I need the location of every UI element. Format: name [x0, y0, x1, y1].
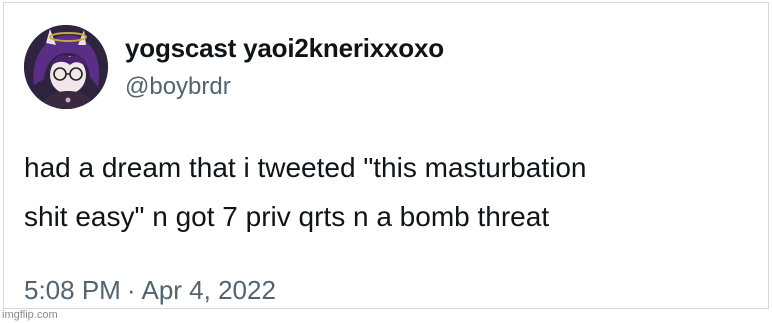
avatar[interactable] — [24, 25, 108, 109]
tweet-timestamp[interactable]: 5:08 PM · Apr 4, 2022 — [24, 275, 276, 306]
tweet-date: Apr 4, 2022 — [141, 275, 276, 305]
tweet-text: had a dream that i tweeted "this masturb… — [24, 143, 764, 241]
display-name[interactable]: yogscast yaoi2knerixxoxo — [125, 33, 444, 64]
avatar-image — [24, 25, 108, 109]
tweet-text-line: shit easy" n got 7 priv qrts n a bomb th… — [24, 201, 550, 232]
tweet-time: 5:08 PM — [24, 275, 121, 305]
meta-separator: · — [126, 275, 136, 305]
user-handle[interactable]: @boybrdr — [125, 73, 231, 101]
watermark: imgflip.com — [2, 309, 58, 321]
tweet-text-line: had a dream that i tweeted "this masturb… — [24, 152, 587, 183]
tweet-card: yogscast yaoi2knerixxoxo @boybrdr had a … — [3, 2, 769, 309]
